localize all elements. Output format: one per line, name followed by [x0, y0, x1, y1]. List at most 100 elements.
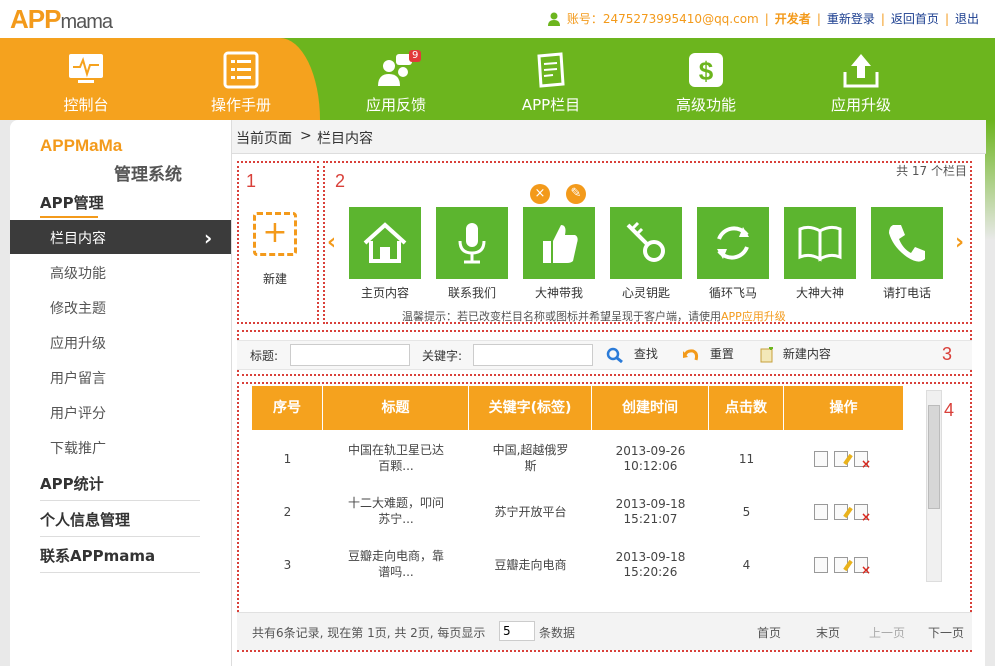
- relogin-link[interactable]: 重新登录: [827, 10, 875, 27]
- tile-label: 大神大神: [795, 286, 844, 300]
- tile-guide[interactable]: [523, 207, 595, 279]
- view-icon[interactable]: [814, 557, 828, 573]
- header-title[interactable]: 标题: [323, 386, 469, 430]
- search-button[interactable]: 查找: [606, 345, 658, 363]
- column-count: 共 17 个栏目: [896, 164, 967, 178]
- delete-icon[interactable]: [854, 451, 871, 470]
- nav-item-feedback[interactable]: 9 应用反馈: [341, 38, 451, 120]
- sidebar: APPMaMa 管理系统 APP管理 栏目内容 › 高级功能 修改主题 应用升级…: [10, 120, 231, 666]
- marker-1: 1: [246, 171, 257, 191]
- keyword-label: 关键字:: [422, 349, 463, 363]
- nav-item-console[interactable]: 控制台: [31, 38, 141, 120]
- sidebar-item-advanced[interactable]: 高级功能: [50, 263, 106, 283]
- add-column-button[interactable]: +: [253, 212, 297, 256]
- per-page-input[interactable]: [499, 621, 535, 641]
- sidebar-section-stats[interactable]: APP统计: [40, 473, 104, 494]
- nav-label: 应用反馈: [365, 96, 426, 114]
- edit-icon[interactable]: [834, 451, 848, 467]
- tile-phone[interactable]: [871, 207, 943, 279]
- title-line: 苏宁...: [378, 512, 414, 526]
- tip-text: 温馨提示：若已改变栏目名称或图标并希望呈现于客户端，请使用APP应用升级: [402, 308, 786, 324]
- kw-line: 中国,超越俄罗: [492, 443, 569, 457]
- upload-icon: [843, 54, 879, 88]
- row-created: 2013-09-18 15:21:07: [592, 497, 709, 527]
- sidebar-section-profile[interactable]: 个人信息管理: [40, 509, 130, 530]
- logo-brand: APP: [10, 4, 61, 34]
- header-no[interactable]: 序号: [252, 386, 323, 430]
- header-keywords[interactable]: 关键字(标签): [469, 386, 592, 430]
- row-actions: [814, 451, 871, 470]
- breadcrumb-page[interactable]: 栏目内容: [317, 128, 373, 148]
- sidebar-item-messages[interactable]: 用户留言: [50, 368, 106, 388]
- monitor-icon: [69, 54, 103, 83]
- sidebar-item-promotion[interactable]: 下载推广: [50, 438, 106, 458]
- nav-item-advanced[interactable]: $ 高级功能: [651, 38, 761, 120]
- sidebar-item-upgrade[interactable]: 应用升级: [50, 333, 106, 353]
- nav-label: 应用升级: [830, 96, 891, 114]
- edit-icon[interactable]: [834, 504, 848, 520]
- sidebar-section-contact[interactable]: 联系APPmama: [40, 545, 155, 566]
- home-link[interactable]: 返回首页: [891, 10, 939, 27]
- nav-item-app-columns[interactable]: APP栏目: [496, 38, 606, 120]
- refresh-icon: [717, 226, 749, 260]
- new-document-icon: [760, 345, 773, 362]
- delete-icon[interactable]: [854, 557, 871, 576]
- logout-link[interactable]: 退出: [955, 10, 979, 27]
- view-icon[interactable]: [814, 451, 828, 467]
- scrollbar-thumb[interactable]: [928, 405, 940, 509]
- developer-link[interactable]: 开发者: [775, 10, 811, 27]
- nav-item-manual[interactable]: 操作手册: [186, 38, 296, 120]
- title-input[interactable]: [290, 344, 410, 366]
- edit-icon[interactable]: [834, 557, 848, 573]
- tile-key[interactable]: [610, 207, 682, 279]
- prev-page-link[interactable]: 上一页: [869, 624, 905, 641]
- keyword-input[interactable]: [473, 344, 593, 366]
- account-label: 账号：2475273995410@qq.com: [566, 12, 759, 26]
- sidebar-item-columns[interactable]: 栏目内容 ›: [10, 220, 231, 254]
- table-scrollbar[interactable]: [926, 390, 942, 582]
- upgrade-link[interactable]: APP应用升级: [721, 310, 786, 323]
- time: 15:20:26: [623, 565, 678, 579]
- reset-button[interactable]: 重置: [682, 345, 734, 363]
- tile-contact[interactable]: [436, 207, 508, 279]
- nav-item-upgrade[interactable]: 应用升级: [806, 38, 916, 120]
- last-page-link[interactable]: 末页: [816, 624, 840, 641]
- tile-cycle[interactable]: [697, 207, 769, 279]
- sidebar-item-ratings[interactable]: 用户评分: [50, 403, 106, 423]
- delete-tile-icon[interactable]: ×: [530, 184, 550, 204]
- next-page-link[interactable]: 下一页: [928, 624, 964, 641]
- row-no: 2: [283, 505, 292, 519]
- app-logo[interactable]: APPmama: [10, 4, 113, 35]
- nav-label: APP栏目: [521, 96, 581, 114]
- arrow-right-icon[interactable]: ›: [955, 230, 964, 255]
- delete-icon[interactable]: [854, 504, 871, 523]
- tile-home[interactable]: [349, 207, 421, 279]
- pagination-suffix: 条数据: [539, 626, 576, 640]
- svg-text:$: $: [699, 56, 714, 86]
- title-line: 豆瓣走向电商，靠: [347, 549, 444, 563]
- row-no: 3: [283, 558, 292, 572]
- view-icon[interactable]: [814, 504, 828, 520]
- header-clicks[interactable]: 点击数: [709, 386, 784, 430]
- search-label: 查找: [633, 347, 658, 361]
- row-title[interactable]: 十二大难题，叩问 苏宁...: [323, 495, 469, 527]
- sidebar-section-app[interactable]: APP管理: [40, 192, 104, 213]
- thumbs-up-icon: [543, 225, 578, 263]
- new-content-button[interactable]: 新建内容: [759, 345, 831, 363]
- title-line: 百颗...: [378, 459, 414, 473]
- marker-2: 2: [335, 171, 346, 191]
- main-nav: 控制台 操作手册 9 应用反馈 APP栏目 $ 高级功能 应用升级: [0, 38, 995, 120]
- row-title[interactable]: 豆瓣走向电商，靠 谱吗...: [323, 548, 469, 580]
- row-title[interactable]: 中国在轨卫星已达 百颗...: [323, 442, 469, 474]
- book-icon: [798, 225, 842, 262]
- sidebar-item-theme[interactable]: 修改主题: [50, 298, 106, 318]
- kw-line: 豆瓣走向电商: [494, 558, 567, 572]
- time: 15:21:07: [623, 512, 678, 526]
- arrow-left-icon[interactable]: ‹: [327, 230, 336, 255]
- header-created[interactable]: 创建时间: [592, 386, 709, 430]
- tile-book[interactable]: [784, 207, 856, 279]
- row-created: 2013-09-26 10:12:06: [592, 444, 709, 474]
- edit-tile-icon[interactable]: ✎: [566, 184, 586, 204]
- first-page-link[interactable]: 首页: [757, 624, 781, 641]
- pagination-summary: 共有6条记录, 现在第 1页, 共 2页, 每页显示: [252, 626, 486, 640]
